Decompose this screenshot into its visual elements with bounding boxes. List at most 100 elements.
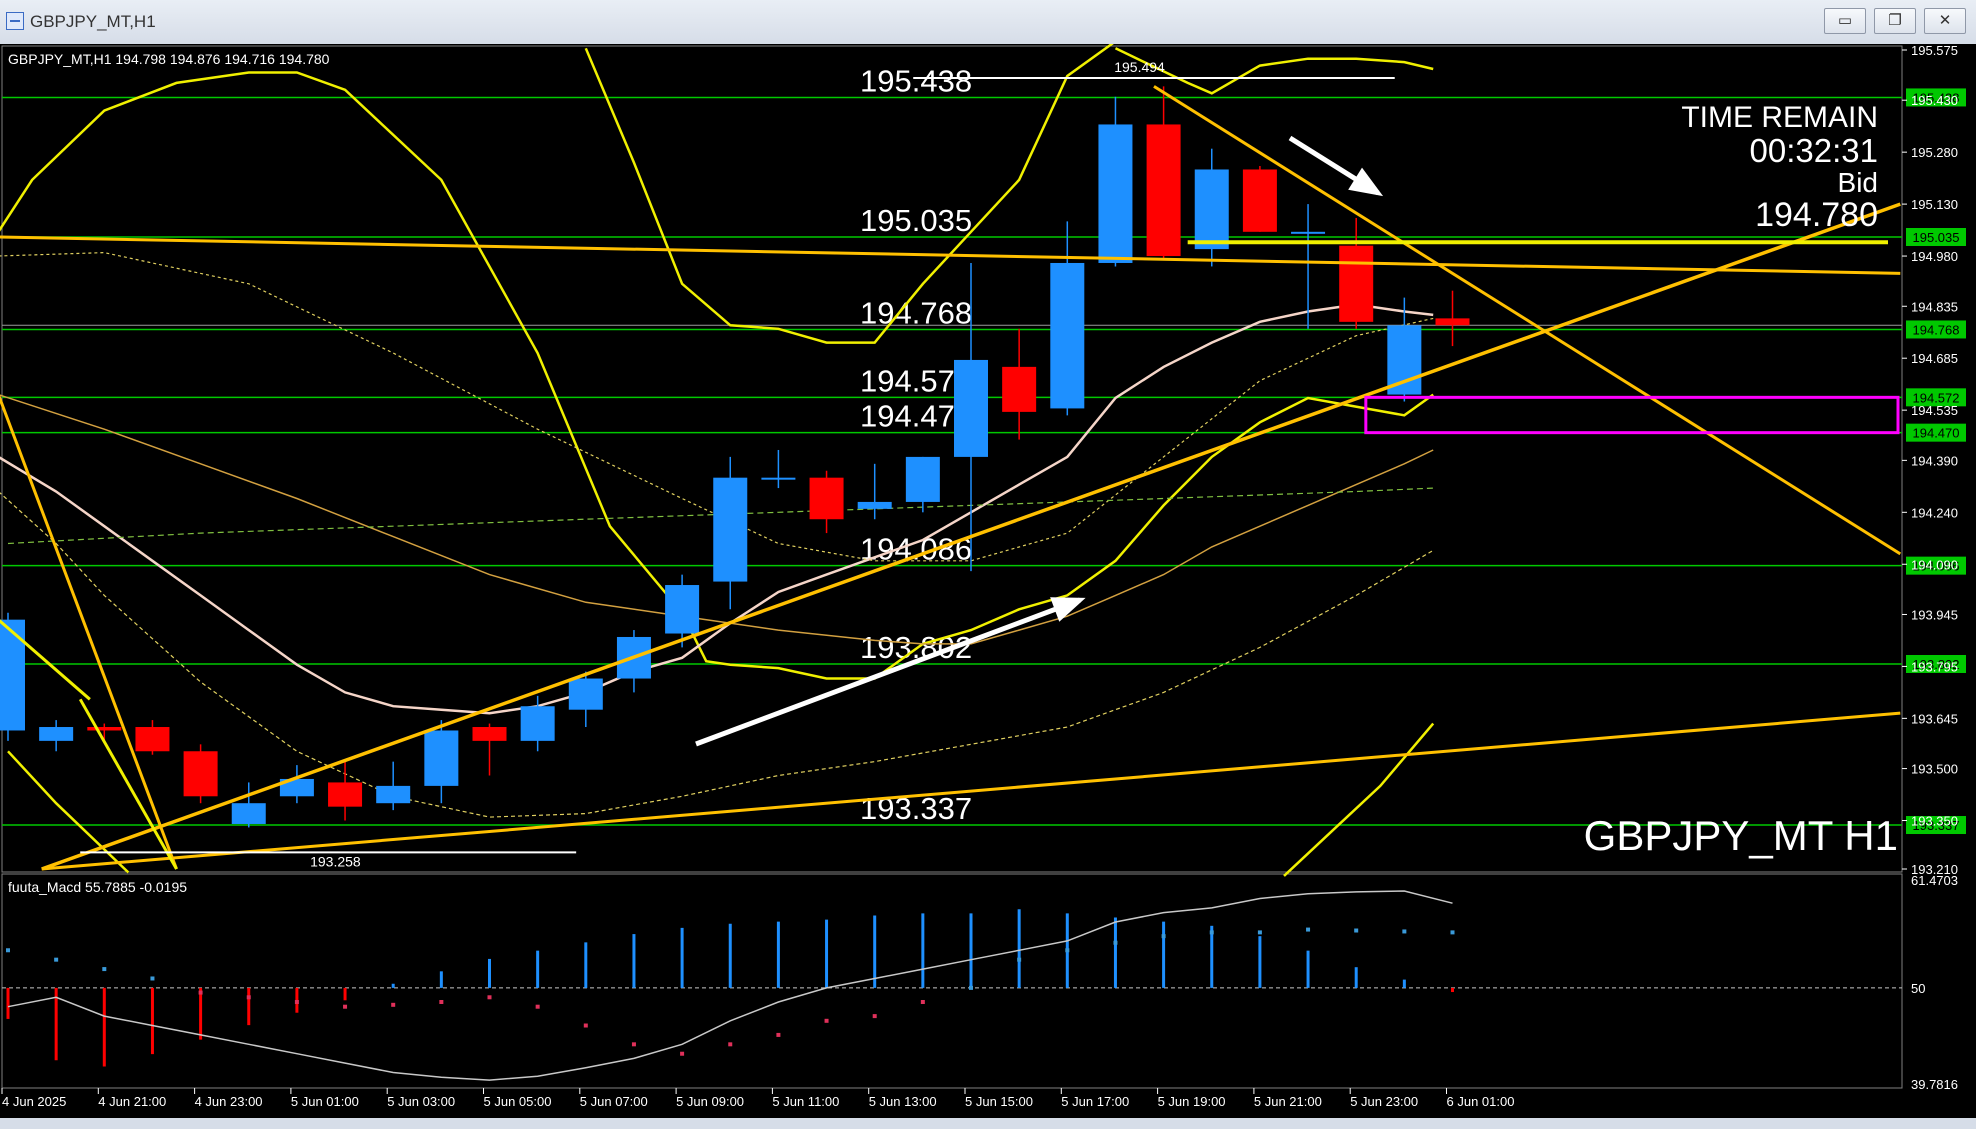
macd-dot <box>631 1042 636 1047</box>
macd-dot <box>872 1014 877 1019</box>
time-tick-label: 5 Jun 09:00 <box>676 1094 744 1109</box>
macd-dot <box>776 1032 781 1037</box>
minimize-icon: ▭ <box>1837 11 1853 29</box>
bull-candle <box>231 803 266 824</box>
bear-candle <box>183 751 218 797</box>
macd-tick-label: 50 <box>1911 981 1925 996</box>
bull-candle <box>1050 262 1085 409</box>
price-tick-label: 193.645 <box>1911 711 1958 726</box>
macd-dot <box>1354 928 1359 933</box>
window-title: GBPJPY_MT,H1 <box>30 12 156 31</box>
time-tick-label: 4 Jun 23:00 <box>195 1094 263 1109</box>
macd-dot <box>583 1023 588 1028</box>
macd-dot <box>150 976 155 981</box>
macd-dot <box>294 999 299 1004</box>
macd-dot <box>1017 957 1022 962</box>
macd-tick-label: 39.7816 <box>1911 1077 1958 1092</box>
bear-candle <box>1435 318 1470 326</box>
bear-candle <box>1002 366 1037 412</box>
chart-app-icon <box>6 12 24 30</box>
bull-candle <box>568 678 603 710</box>
macd-dot <box>6 948 10 953</box>
bear-candle <box>809 477 844 520</box>
price-tick-label: 193.795 <box>1911 659 1958 674</box>
time-tick-label: 5 Jun 01:00 <box>291 1094 359 1109</box>
level-price-tag-text: 194.768 <box>1913 322 1960 337</box>
bid-label: Bid <box>1838 167 1878 198</box>
bear-candle <box>1146 124 1181 257</box>
macd-dot <box>969 985 973 990</box>
swing-high-label: 195.494 <box>1114 59 1165 75</box>
macd-title: fuuta_Macd 55.7885 -0.0195 <box>8 879 187 895</box>
minimize-button[interactable]: ▭ <box>1824 8 1866 34</box>
restore-icon: ❐ <box>1888 11 1902 29</box>
bear-candle <box>328 782 363 807</box>
time-tick-label: 5 Jun 23:00 <box>1350 1094 1418 1109</box>
macd-dot <box>1257 930 1262 935</box>
price-tick-label: 194.980 <box>1911 249 1958 264</box>
bear-candle <box>472 727 507 741</box>
time-tick-label: 4 Jun 21:00 <box>98 1094 166 1109</box>
price-tick-label: 194.240 <box>1911 505 1958 520</box>
time-tick-label: 5 Jun 17:00 <box>1061 1094 1129 1109</box>
price-tick-label: 194.535 <box>1911 403 1958 418</box>
macd-dot <box>1113 940 1118 945</box>
price-tick-label: 195.430 <box>1911 93 1958 108</box>
bull-candle <box>1291 231 1326 234</box>
bull-candle <box>857 501 892 509</box>
macd-dot <box>343 1004 348 1009</box>
bear-candle <box>1339 245 1374 322</box>
macd-tick-label: 61.4703 <box>1911 873 1958 888</box>
chart-header: GBPJPY_MT,H1 194.798 194.876 194.716 194… <box>8 51 330 67</box>
close-button[interactable]: ✕ <box>1924 8 1966 34</box>
symbol-label: GBPJPY_MT H1 <box>1584 812 1898 859</box>
macd-dot <box>1450 930 1455 935</box>
time-tick-label: 5 Jun 07:00 <box>580 1094 648 1109</box>
restore-button[interactable]: ❐ <box>1874 8 1916 34</box>
time-tick-label: 5 Jun 03:00 <box>387 1094 455 1109</box>
macd-dot <box>824 1018 829 1023</box>
time-tick-label: 5 Jun 21:00 <box>1254 1094 1322 1109</box>
bull-candle <box>1194 169 1229 250</box>
price-tick-label: 195.280 <box>1911 145 1958 160</box>
level-price-tag-text: 195.035 <box>1913 230 1960 245</box>
close-icon: ✕ <box>1938 11 1952 29</box>
macd-dot <box>198 990 203 995</box>
bear-candle <box>1242 169 1277 232</box>
macd-dot <box>102 967 107 972</box>
time-remain-label: TIME REMAIN <box>1681 101 1878 134</box>
price-tick-label: 195.575 <box>1911 44 1958 58</box>
bull-candle <box>954 359 988 457</box>
bid-value: 194.780 <box>1755 196 1878 234</box>
time-tick-label: 6 Jun 01:00 <box>1447 1094 1515 1109</box>
time-tick-label: 5 Jun 13:00 <box>869 1094 937 1109</box>
price-tick-label: 193.350 <box>1911 814 1958 829</box>
macd-dot <box>246 995 251 1000</box>
level-price-tag-text: 194.470 <box>1913 426 1960 441</box>
macd-dot <box>920 999 925 1004</box>
price-tick-label: 194.685 <box>1911 351 1958 366</box>
price-chart[interactable]: 195.438 195.438195.035 195.035194.768 194.7… <box>0 44 1976 1118</box>
bull-candle <box>39 727 74 741</box>
macd-dot <box>391 1002 396 1007</box>
macd-dot <box>535 1004 540 1009</box>
bear-candle <box>87 727 122 731</box>
macd-dot <box>680 1051 685 1056</box>
macd-dot <box>1306 927 1311 932</box>
price-tick-label: 193.945 <box>1911 607 1958 622</box>
swing-low-label: 193.258 <box>310 853 361 869</box>
price-tick-label: 194.390 <box>1911 453 1958 468</box>
macd-dot <box>54 957 59 962</box>
bull-candle <box>376 785 411 804</box>
time-tick-label: 5 Jun 15:00 <box>965 1094 1033 1109</box>
price-tick-label: 195.130 <box>1911 197 1958 212</box>
bear-candle <box>135 727 170 752</box>
status-strip <box>0 1118 1976 1129</box>
price-tick-label: 194.835 <box>1911 299 1958 314</box>
level-label: 195.438 <box>860 63 972 98</box>
bull-candle <box>520 706 555 741</box>
bull-candle <box>905 456 940 502</box>
macd-dot <box>1402 929 1407 934</box>
bull-candle <box>1098 124 1133 263</box>
title-bar[interactable]: GBPJPY_MT,H1 ▭ ❐ ✕ <box>0 0 1976 45</box>
